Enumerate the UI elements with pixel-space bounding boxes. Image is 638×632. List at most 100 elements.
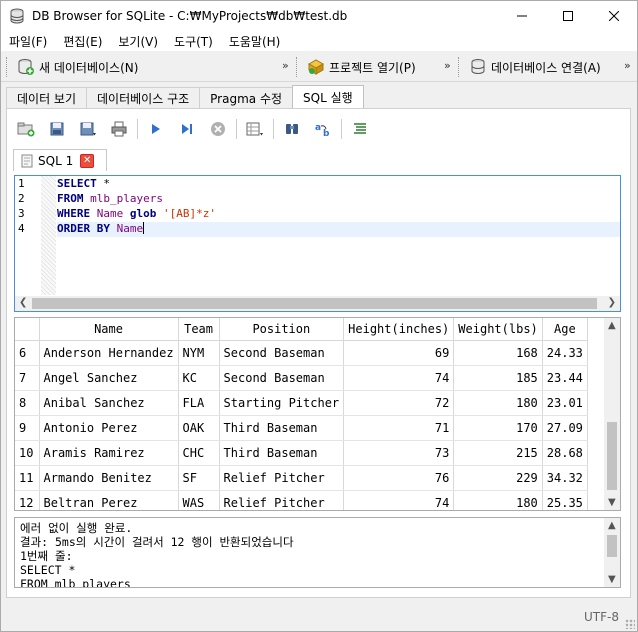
cell-name[interactable]: Armando Benitez (39, 465, 179, 491)
cell-team[interactable]: KC (178, 365, 220, 391)
column-header-team[interactable]: Team (178, 318, 220, 341)
tab-edit-pragmas[interactable]: Pragma 수정 (199, 87, 294, 108)
cell-height[interactable]: 74 (343, 365, 455, 391)
table-row[interactable]: 8 Anibal Sanchez FLA Starting Pitcher 72… (15, 390, 588, 416)
close-button[interactable] (591, 1, 637, 31)
cell-age[interactable]: 25.35 (542, 490, 588, 510)
table-row[interactable]: 7 Angel Sanchez KC Second Baseman 74 185… (15, 365, 588, 391)
cell-position[interactable]: Starting Pitcher (219, 390, 345, 416)
cell-age[interactable]: 24.33 (542, 340, 588, 366)
open-tab-button[interactable] (13, 117, 39, 141)
stop-execution-button[interactable] (205, 117, 231, 141)
execute-all-button[interactable] (143, 117, 169, 141)
grid-vertical-scrollbar[interactable]: ▲ ▼ (604, 318, 620, 510)
cell-team[interactable]: WAS (178, 490, 220, 510)
menu-file[interactable]: 파일(F) (1, 31, 55, 51)
cell-height[interactable]: 71 (343, 415, 455, 441)
scrollbar-thumb[interactable] (607, 422, 617, 490)
cell-team[interactable]: OAK (178, 415, 220, 441)
execute-current-line-button[interactable] (174, 117, 200, 141)
cell-name[interactable]: Beltran Perez (39, 490, 179, 510)
cell-weight[interactable]: 170 (453, 415, 543, 441)
column-header-age[interactable]: Age (542, 318, 588, 341)
table-row[interactable]: 6 Anderson Hernandez NYM Second Baseman … (15, 340, 588, 366)
cell-weight[interactable]: 168 (453, 340, 543, 366)
table-row[interactable]: 11 Armando Benitez SF Relief Pitcher 76 … (15, 465, 588, 491)
open-sql-file-button[interactable] (44, 117, 70, 141)
find-button[interactable] (279, 117, 305, 141)
cell-team[interactable]: SF (178, 465, 220, 491)
sql-editor[interactable]: 1 2 3 4 SELECT * FROM mlb_players WHERE … (14, 175, 621, 312)
cell-age[interactable]: 27.09 (542, 415, 588, 441)
cell-height[interactable]: 73 (343, 440, 455, 466)
cell-name[interactable]: Angel Sanchez (39, 365, 179, 391)
cell-weight[interactable]: 185 (453, 365, 543, 391)
maximize-button[interactable] (545, 1, 591, 31)
cell-team[interactable]: CHC (178, 440, 220, 466)
toolbar-grip[interactable] (296, 57, 299, 77)
cell-age[interactable]: 34.32 (542, 465, 588, 491)
table-row[interactable]: 12 Beltran Perez WAS Relief Pitcher 74 1… (15, 490, 588, 510)
cell-height[interactable]: 76 (343, 465, 455, 491)
save-results-button[interactable] (242, 117, 268, 141)
cell-position[interactable]: Relief Pitcher (219, 465, 345, 491)
cell-weight[interactable]: 180 (453, 390, 543, 416)
cell-position[interactable]: Third Baseman (219, 415, 345, 441)
cell-position[interactable]: Relief Pitcher (219, 490, 345, 510)
cell-team[interactable]: FLA (178, 390, 220, 416)
log-vertical-scrollbar[interactable]: ▲ ▼ (604, 518, 620, 587)
tab-execute-sql[interactable]: SQL 실행 (292, 85, 364, 108)
cell-height[interactable]: 72 (343, 390, 455, 416)
new-database-button[interactable]: 새 데이터베이스(N) (15, 58, 140, 76)
menu-edit[interactable]: 편집(E) (55, 31, 110, 51)
cell-name[interactable]: Antonio Perez (39, 415, 179, 441)
scroll-up-icon[interactable]: ▲ (608, 520, 616, 531)
minimize-button[interactable] (499, 1, 545, 31)
menu-tools[interactable]: 도구(T) (166, 31, 221, 51)
editor-horizontal-scrollbar[interactable]: ❮ ❯ (15, 296, 620, 311)
cell-height[interactable]: 74 (343, 490, 455, 510)
cell-team[interactable]: NYM (178, 340, 220, 366)
column-header-height[interactable]: Height(inches) (343, 318, 455, 341)
toolbar-overflow-3[interactable]: » (624, 59, 631, 72)
column-header-position[interactable]: Position (219, 318, 345, 341)
cell-age[interactable]: 28.68 (542, 440, 588, 466)
tab-browse-data[interactable]: 데이터 보기 (6, 87, 88, 108)
column-header-weight[interactable]: Weight(lbs) (453, 318, 543, 341)
cell-height[interactable]: 69 (343, 340, 455, 366)
toolbar-grip[interactable] (6, 57, 9, 77)
comment-block-button[interactable] (347, 117, 373, 141)
cell-name[interactable]: Aramis Ramirez (39, 440, 179, 466)
cell-position[interactable]: Second Baseman (219, 340, 345, 366)
cell-age[interactable]: 23.44 (542, 365, 588, 391)
cell-age[interactable]: 23.01 (542, 390, 588, 416)
save-sql-file-button[interactable] (75, 117, 101, 141)
scrollbar-thumb[interactable] (32, 298, 597, 309)
toolbar-overflow-2[interactable]: » (444, 59, 451, 72)
scroll-right-icon[interactable]: ❯ (608, 297, 616, 308)
results-grid[interactable]: Name Team Position Height(inches) Weight… (14, 317, 621, 511)
toolbar-grip[interactable] (458, 57, 461, 77)
cell-name[interactable]: Anderson Hernandez (39, 340, 179, 366)
table-row[interactable]: 9 Antonio Perez OAK Third Baseman 71 170… (15, 415, 588, 441)
scroll-down-icon[interactable]: ▼ (608, 497, 616, 508)
cell-position[interactable]: Third Baseman (219, 440, 345, 466)
cell-position[interactable]: Second Baseman (219, 365, 345, 391)
cell-weight[interactable]: 215 (453, 440, 543, 466)
scroll-up-icon[interactable]: ▲ (608, 320, 616, 331)
tab-database-structure[interactable]: 데이터베이스 구조 (86, 87, 201, 108)
column-header-name[interactable]: Name (39, 318, 179, 341)
table-row[interactable]: 10 Aramis Ramirez CHC Third Baseman 73 2… (15, 440, 588, 466)
close-tab-icon[interactable]: ✕ (80, 153, 95, 168)
column-header-rownum[interactable] (15, 318, 40, 341)
scroll-left-icon[interactable]: ❮ (19, 297, 27, 308)
scrollbar-thumb[interactable] (607, 535, 617, 557)
open-project-button[interactable]: 프로젝트 열기(P) (305, 58, 418, 76)
cell-name[interactable]: Anibal Sanchez (39, 390, 179, 416)
execution-message-log[interactable]: 에러 없이 실행 완료. 결과: 5ms의 시간이 걸려서 12 행이 반환되었… (14, 517, 621, 588)
scroll-down-icon[interactable]: ▼ (608, 574, 616, 585)
menu-help[interactable]: 도움말(H) (221, 31, 289, 51)
toolbar-overflow-1[interactable]: » (282, 59, 289, 72)
print-button[interactable] (106, 117, 132, 141)
cell-weight[interactable]: 229 (453, 465, 543, 491)
